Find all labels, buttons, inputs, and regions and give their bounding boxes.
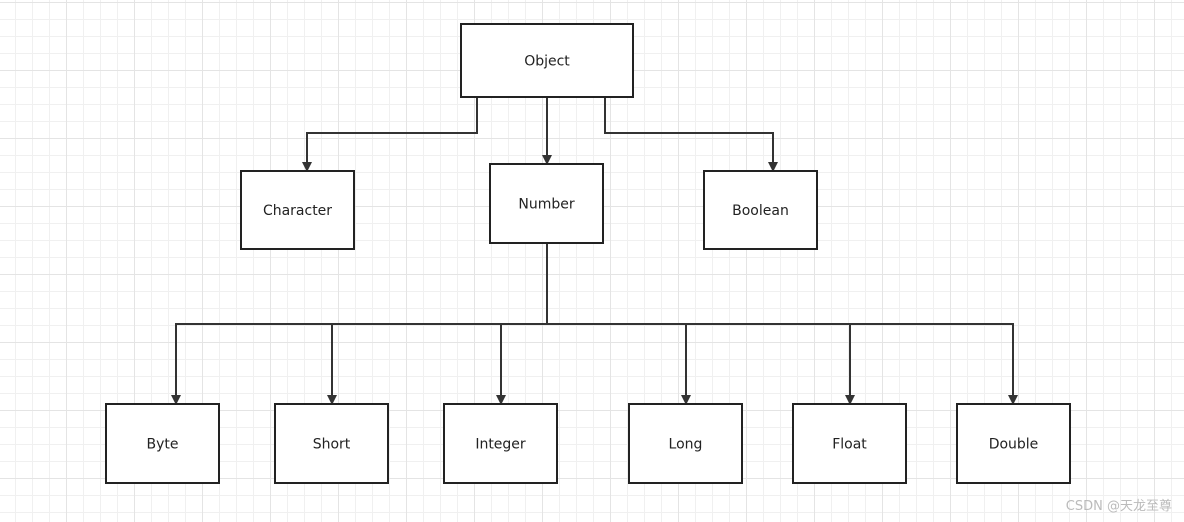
node-label: Float <box>832 437 867 453</box>
node-character: Character <box>240 170 355 250</box>
node-integer: Integer <box>443 403 558 484</box>
edge-object-to-boolean <box>604 97 778 172</box>
edge-object-to-character <box>302 97 478 172</box>
node-byte: Byte <box>105 403 220 484</box>
node-label: Long <box>669 437 703 453</box>
node-label: Byte <box>147 437 179 453</box>
node-label: Short <box>313 437 351 453</box>
node-short: Short <box>274 403 389 484</box>
node-label: Double <box>989 437 1039 453</box>
node-label: Integer <box>475 437 526 453</box>
watermark: CSDN @天龙至尊 <box>1065 499 1172 514</box>
node-double: Double <box>956 403 1071 484</box>
node-long: Long <box>628 403 743 484</box>
node-label: Boolean <box>732 203 789 219</box>
node-label: Number <box>518 197 574 213</box>
node-float: Float <box>792 403 907 484</box>
node-boolean: Boolean <box>703 170 818 250</box>
node-number: Number <box>489 163 604 244</box>
node-object: Object <box>460 23 634 98</box>
edge-number-to-double <box>546 243 1018 405</box>
node-label: Character <box>263 203 332 219</box>
node-label: Object <box>524 54 570 70</box>
class-hierarchy-diagram: Object Character Number Boolean Byte Short Int… <box>105 23 1071 484</box>
diagram-canvas: Object Character Number Boolean Byte Short Int… <box>0 0 1184 522</box>
edge-number-to-integer <box>496 243 548 405</box>
